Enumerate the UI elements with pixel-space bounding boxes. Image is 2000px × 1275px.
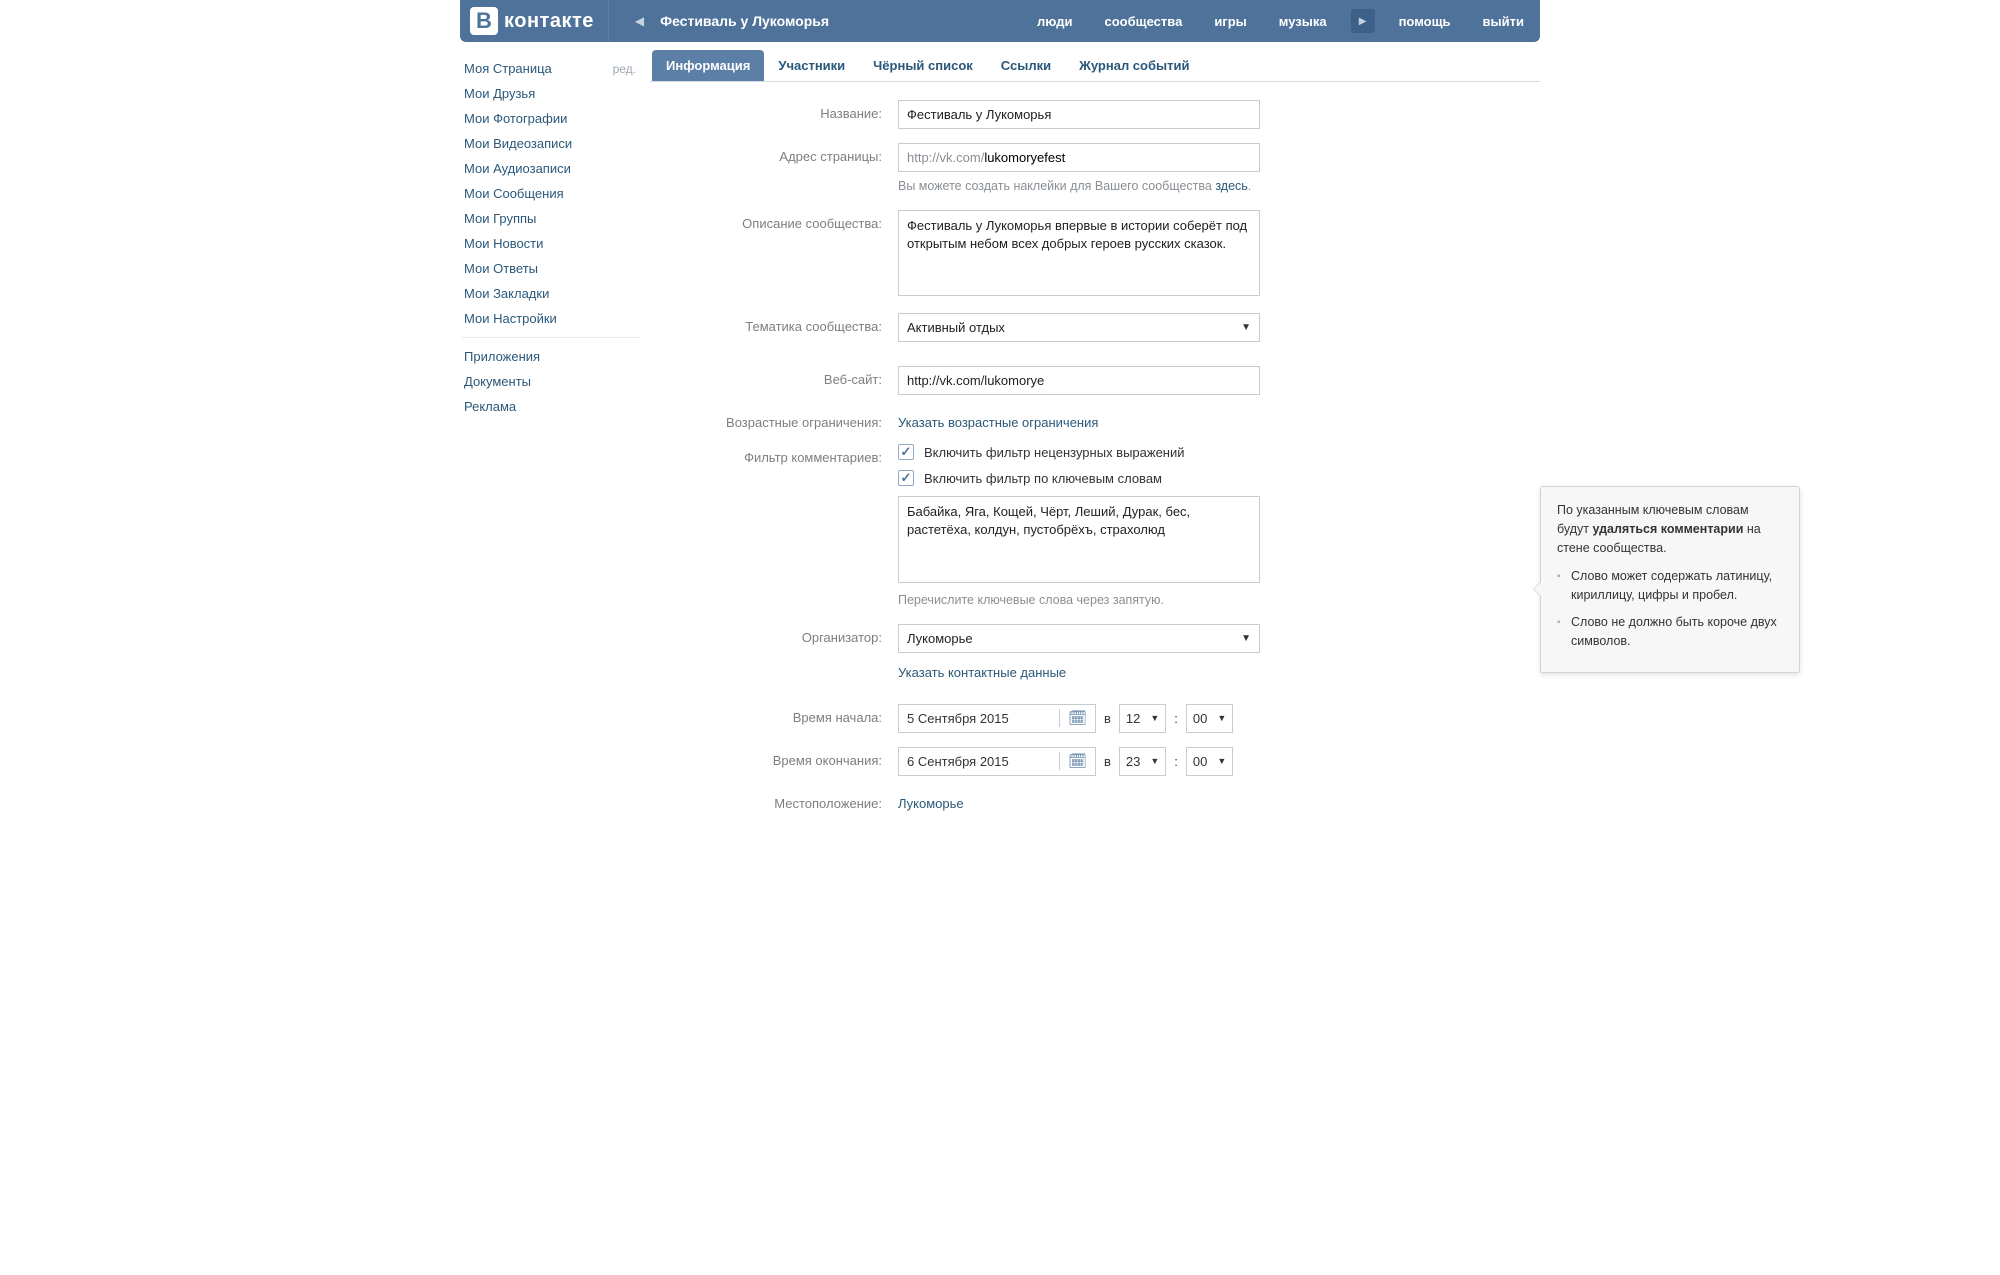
filter-label: Фильтр комментариев:: [650, 444, 898, 465]
sidebar-divider: [462, 337, 640, 338]
address-prefix: http://vk.com/: [899, 144, 984, 171]
end-label: Время окончания:: [650, 747, 898, 768]
chevron-down-icon: ▼: [1217, 713, 1226, 723]
next-nav-icon[interactable]: ▶: [1351, 9, 1375, 33]
contact-link[interactable]: Указать контактные данные: [898, 665, 1066, 680]
age-link[interactable]: Указать возрастные ограничения: [898, 415, 1098, 430]
website-input[interactable]: [898, 366, 1260, 395]
topic-label: Тематика сообщества:: [650, 313, 898, 334]
sidebar-item-ads[interactable]: Реклама: [460, 394, 650, 419]
calendar-icon[interactable]: 🗓: [1059, 709, 1095, 727]
sidebar-item-mypage[interactable]: Моя Страница: [460, 56, 552, 81]
sidebar: Моя Страница ред. Мои Друзья Мои Фотогра…: [460, 42, 650, 845]
sidebar-item-groups[interactable]: Мои Группы: [460, 206, 650, 231]
website-label: Веб-сайт:: [650, 366, 898, 387]
address-hint: Вы можете создать наклейки для Вашего со…: [898, 178, 1260, 196]
chevron-down-icon: ▼: [1241, 633, 1251, 644]
sidebar-item-photos[interactable]: Мои Фотографии: [460, 106, 650, 131]
sidebar-item-news[interactable]: Мои Новости: [460, 231, 650, 256]
address-input[interactable]: http://vk.com/ lukomoryefest: [898, 143, 1260, 172]
nav-music[interactable]: музыка: [1263, 0, 1343, 42]
sidebar-item-videos[interactable]: Мои Видеозаписи: [460, 131, 650, 156]
name-label: Название:: [650, 100, 898, 121]
start-label: Время начала:: [650, 704, 898, 725]
keywords-tooltip: По указанным ключевым словам будут удаля…: [1540, 486, 1800, 673]
keywords-hint: Перечислите ключевые слова через запятую…: [898, 592, 1260, 610]
calendar-icon[interactable]: 🗓: [1059, 752, 1095, 770]
form-area: Название: Адрес страницы: http://vk.com/…: [650, 82, 1540, 845]
nav-help[interactable]: помощь: [1383, 0, 1467, 42]
chevron-down-icon: ▼: [1150, 756, 1159, 766]
keywords-textarea[interactable]: Бабайка, Яга, Кощей, Чёрт, Леший, Дурак,…: [898, 496, 1260, 583]
tooltip-bullet: Слово может содержать латиницу, кириллиц…: [1557, 567, 1783, 605]
name-input[interactable]: [898, 100, 1260, 129]
chevron-down-icon: ▼: [1217, 756, 1226, 766]
address-slug[interactable]: lukomoryefest: [984, 144, 1259, 171]
location-link[interactable]: Лукоморье: [898, 796, 964, 811]
tab-members[interactable]: Участники: [764, 50, 859, 81]
start-date-input[interactable]: 5 Сентября 2015 🗓: [898, 704, 1096, 733]
sidebar-item-messages[interactable]: Мои Сообщения: [460, 181, 650, 206]
topnav: люди сообщества игры музыка ▶ помощь вый…: [1021, 0, 1540, 42]
chevron-down-icon: ▼: [1241, 322, 1251, 333]
desc-textarea[interactable]: Фестиваль у Лукоморья впервые в истории …: [898, 210, 1260, 297]
prev-page-icon[interactable]: ◀: [629, 14, 650, 28]
start-min-select[interactable]: 00▼: [1186, 704, 1233, 733]
stickers-link[interactable]: здесь: [1215, 179, 1247, 193]
tab-blacklist[interactable]: Чёрный список: [859, 50, 987, 81]
logo[interactable]: B контакте: [460, 0, 608, 42]
nav-logout[interactable]: выйти: [1467, 0, 1540, 42]
age-label: Возрастные ограничения:: [650, 409, 898, 430]
organizer-select[interactable]: Лукоморье ▼: [898, 624, 1260, 653]
organizer-label: Организатор:: [650, 624, 898, 645]
profanity-checkbox[interactable]: ✓: [898, 444, 914, 460]
sidebar-item-audio[interactable]: Мои Аудиозаписи: [460, 156, 650, 181]
sidebar-item-bookmarks[interactable]: Мои Закладки: [460, 281, 650, 306]
page-title[interactable]: Фестиваль у Лукоморья: [650, 13, 839, 29]
profanity-checkbox-label: Включить фильтр нецензурных выражений: [924, 445, 1185, 460]
tabs: Информация Участники Чёрный список Ссылк…: [650, 50, 1540, 82]
end-date-input[interactable]: 6 Сентября 2015 🗓: [898, 747, 1096, 776]
sidebar-item-settings[interactable]: Мои Настройки: [460, 306, 650, 331]
desc-label: Описание сообщества:: [650, 210, 898, 231]
title-area: ◀ Фестиваль у Лукоморья: [608, 0, 859, 42]
sidebar-item-apps[interactable]: Приложения: [460, 344, 650, 369]
start-hour-select[interactable]: 12▼: [1119, 704, 1166, 733]
nav-games[interactable]: игры: [1198, 0, 1262, 42]
tab-eventlog[interactable]: Журнал событий: [1065, 50, 1203, 81]
tab-info[interactable]: Информация: [652, 50, 764, 81]
sidebar-item-friends[interactable]: Мои Друзья: [460, 81, 650, 106]
organizer-value: Лукоморье: [907, 631, 973, 646]
topic-select[interactable]: Активный отдых ▼: [898, 313, 1260, 342]
main: Информация Участники Чёрный список Ссылк…: [650, 42, 1540, 845]
sidebar-item-answers[interactable]: Мои Ответы: [460, 256, 650, 281]
logo-text: контакте: [504, 10, 594, 33]
end-hour-select[interactable]: 23▼: [1119, 747, 1166, 776]
sidebar-item-docs[interactable]: Документы: [460, 369, 650, 394]
address-label: Адрес страницы:: [650, 143, 898, 164]
sidebar-edit-link[interactable]: ред.: [613, 62, 636, 76]
nav-people[interactable]: люди: [1021, 0, 1088, 42]
tab-links[interactable]: Ссылки: [987, 50, 1065, 81]
location-label: Местоположение:: [650, 790, 898, 811]
topbar: B контакте ◀ Фестиваль у Лукоморья люди …: [460, 0, 1540, 42]
topic-value: Активный отдых: [907, 320, 1005, 335]
logo-icon: B: [470, 7, 498, 35]
keywords-checkbox-label: Включить фильтр по ключевым словам: [924, 471, 1162, 486]
end-min-select[interactable]: 00▼: [1186, 747, 1233, 776]
nav-communities[interactable]: сообщества: [1088, 0, 1198, 42]
keywords-checkbox[interactable]: ✓: [898, 470, 914, 486]
chevron-down-icon: ▼: [1150, 713, 1159, 723]
tooltip-bullet: Слово не должно быть короче двух символо…: [1557, 613, 1783, 651]
